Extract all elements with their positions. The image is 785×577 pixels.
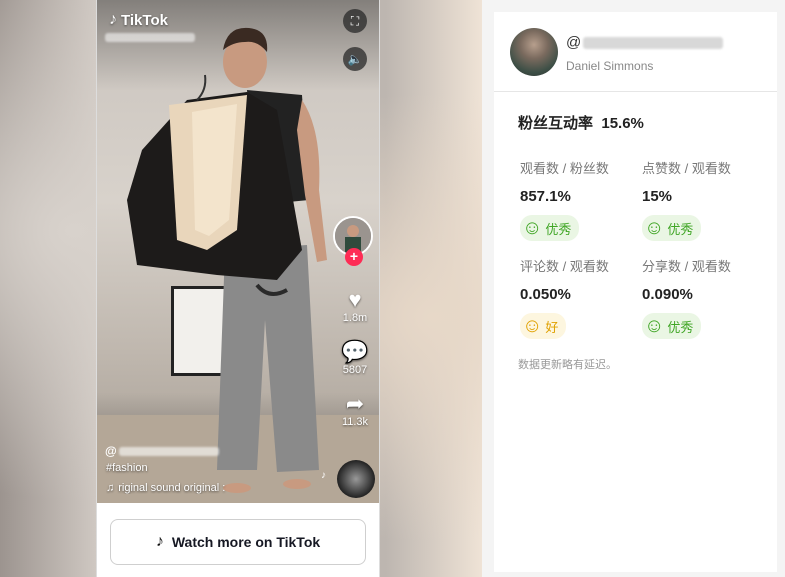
metric-likes-views: 点赞数 / 观看数 15% ☺ 优秀 <box>642 158 762 241</box>
blurred-handle-text <box>583 36 724 49</box>
rating-badge: ☺ 优秀 <box>642 313 702 339</box>
metric-value: 15% <box>642 188 673 205</box>
sound-text: riginal sound original : <box>118 482 226 494</box>
rating-text: 优秀 <box>545 221 572 237</box>
smile-face-icon: ☺ <box>522 315 543 337</box>
watch-more-label: Watch more on TikTok <box>171 534 321 550</box>
rating-badge: ☺ 好 <box>520 313 567 339</box>
metric-value: 0.050% <box>520 286 571 303</box>
rating-badge: ☺ 优秀 <box>642 215 702 241</box>
blurred-username <box>118 446 219 456</box>
engagement-label: 粉丝互动率 <box>518 115 594 132</box>
rating-text: 好 <box>545 319 559 335</box>
fullscreen-icon[interactable]: ⛶ <box>343 9 367 33</box>
profile-header: @ Daniel Simmons <box>494 12 777 92</box>
sound-line[interactable]: ♫ riginal sound original : <box>106 482 246 494</box>
heart-icon: ♥ <box>348 287 362 312</box>
engagement-rate: 粉丝互动率 15.6% <box>518 112 644 133</box>
share-stat[interactable]: ➦ 11.3k <box>333 391 377 429</box>
floating-notes-icon: ♪ <box>321 470 326 481</box>
share-icon: ➦ <box>345 391 365 416</box>
metric-label: 观看数 / 粉丝数 <box>520 161 609 176</box>
metric-label: 点赞数 / 观看数 <box>642 161 731 176</box>
rating-text: 优秀 <box>667 319 694 335</box>
comment-stat[interactable]: 💬 5807 <box>333 339 377 377</box>
smile-face-icon: ☺ <box>522 217 543 239</box>
metric-value: 0.090% <box>642 286 693 303</box>
rating-badge: ☺ 优秀 <box>520 215 580 241</box>
metric-views-followers: 观看数 / 粉丝数 857.1% ☺ 优秀 <box>520 158 640 241</box>
comment-count: 5807 <box>342 364 368 376</box>
sound-disc[interactable] <box>337 460 375 498</box>
rating-text: 优秀 <box>667 221 694 237</box>
music-note-icon: ♫ <box>106 482 115 494</box>
profile-name: Daniel Simmons <box>566 59 654 73</box>
profile-handle[interactable]: @ <box>566 34 724 51</box>
blurred-handle <box>105 33 195 42</box>
watch-more-button[interactable]: ♪ Watch more on TikTok <box>110 519 366 565</box>
metric-comments-views: 评论数 / 观看数 0.050% ☺ 好 <box>520 256 640 339</box>
volume-icon[interactable]: 🔈 <box>343 47 367 71</box>
stats-panel: @ Daniel Simmons 粉丝互动率 15.6% 观看数 / 粉丝数 8… <box>494 12 777 572</box>
comment-icon: 💬 <box>341 339 369 364</box>
tiktok-icon: ♪ <box>155 533 164 550</box>
profile-avatar[interactable] <box>510 28 558 76</box>
metric-label: 分享数 / 观看数 <box>642 259 731 274</box>
smile-face-icon: ☺ <box>644 217 665 239</box>
hashtag-link[interactable]: #fashion <box>106 462 148 474</box>
smile-face-icon: ☺ <box>644 315 665 337</box>
data-delay-note: 数据更新略有延迟。 <box>518 359 617 371</box>
engagement-value: 15.6% <box>601 115 644 132</box>
caption-handle[interactable]: @ <box>105 444 219 458</box>
metric-label: 评论数 / 观看数 <box>520 259 609 274</box>
share-count: 11.3k <box>341 416 369 428</box>
metric-value: 857.1% <box>520 188 571 205</box>
handle-prefix: @ <box>105 444 117 458</box>
tiktok-note-icon: ♪ <box>109 11 117 28</box>
tiktok-logo[interactable]: ♪ TikTok <box>109 11 168 29</box>
tiktok-brand-text: TikTok <box>121 11 168 29</box>
follow-plus-icon[interactable]: + <box>345 248 363 266</box>
at-prefix: @ <box>566 34 582 51</box>
like-stat[interactable]: ♥ 1.8m <box>333 287 377 325</box>
tiktok-embed: ♪ TikTok ⛶ 🔈 + ♥ 1.8m 💬 5807 ➦ 11.3k @ #… <box>96 0 380 577</box>
metric-shares-views: 分享数 / 观看数 0.090% ☺ 优秀 <box>642 256 762 339</box>
video-player[interactable]: ♪ TikTok ⛶ 🔈 + ♥ 1.8m 💬 5807 ➦ 11.3k @ #… <box>97 0 379 503</box>
like-count: 1.8m <box>342 312 368 324</box>
